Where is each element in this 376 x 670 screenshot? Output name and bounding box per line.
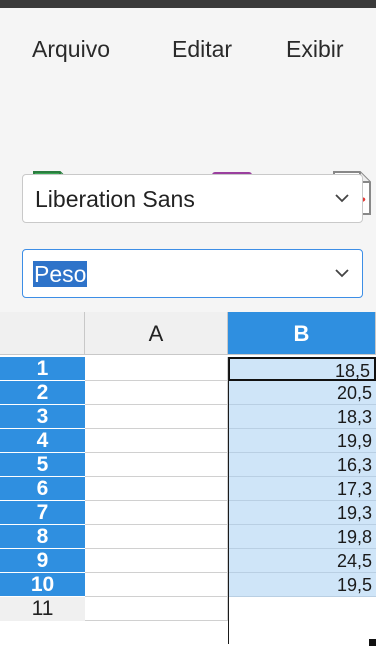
column-header-b[interactable]: B: [228, 312, 376, 355]
cell-a[interactable]: [85, 549, 228, 573]
cell-b[interactable]: 19,9: [228, 429, 376, 453]
cell-a[interactable]: [85, 477, 228, 501]
row-header[interactable]: 6: [0, 477, 85, 501]
select-all-corner[interactable]: [0, 312, 85, 355]
row-header[interactable]: 3: [0, 405, 85, 429]
cell-b[interactable]: 19,5: [228, 573, 376, 597]
cell-a[interactable]: [85, 405, 228, 429]
font-name-value: Liberation Sans: [35, 186, 195, 212]
cell-a[interactable]: [85, 597, 228, 621]
row-header[interactable]: 10: [0, 573, 85, 597]
cell-a[interactable]: [85, 453, 228, 477]
name-box-value: Peso: [33, 261, 88, 287]
column-header-a[interactable]: A: [85, 312, 228, 355]
active-cell-b1[interactable]: 18,5: [228, 357, 376, 381]
cell-b[interactable]: 18,3: [228, 405, 376, 429]
cell-a[interactable]: [85, 381, 228, 405]
cell-b[interactable]: 16,3: [228, 453, 376, 477]
row-header[interactable]: 1: [0, 357, 85, 381]
row-header[interactable]: 7: [0, 501, 85, 525]
toolbar: ▼ ▼ ▼ Liberation Sans Peso: [0, 76, 376, 312]
name-box[interactable]: Peso: [22, 249, 363, 298]
spreadsheet-grid: A B 1 18,5 2 20,5 3 18,3 4 19,9 5 16,3 6 17,3 7 19,3 8…: [0, 312, 376, 670]
row-header[interactable]: 4: [0, 429, 85, 453]
cell-b[interactable]: 19,3: [228, 501, 376, 525]
cell-a[interactable]: [85, 525, 228, 549]
cell-a[interactable]: [85, 429, 228, 453]
chevron-down-icon[interactable]: [334, 191, 350, 209]
fill-handle[interactable]: [369, 639, 376, 646]
cell-b[interactable]: 20,5: [228, 381, 376, 405]
row-header[interactable]: 8: [0, 525, 85, 549]
cell-a[interactable]: [85, 501, 228, 525]
menubar: Arquivo Editar Exibir: [0, 8, 376, 76]
menu-arquivo[interactable]: Arquivo: [32, 36, 110, 63]
window-titlebar: [0, 0, 376, 8]
cell-b[interactable]: 24,5: [228, 549, 376, 573]
row-header[interactable]: 2: [0, 381, 85, 405]
cell-b[interactable]: 19,8: [228, 525, 376, 549]
chevron-down-icon[interactable]: [334, 266, 350, 284]
cell-b[interactable]: 17,3: [228, 477, 376, 501]
font-name-combobox[interactable]: Liberation Sans: [22, 174, 363, 223]
row-header[interactable]: 9: [0, 549, 85, 573]
cell-a[interactable]: [85, 357, 228, 381]
row-header[interactable]: 11: [0, 597, 85, 621]
menu-editar[interactable]: Editar: [172, 36, 232, 63]
cell-a[interactable]: [85, 573, 228, 597]
row-header[interactable]: 5: [0, 453, 85, 477]
menu-exibir[interactable]: Exibir: [286, 36, 344, 63]
